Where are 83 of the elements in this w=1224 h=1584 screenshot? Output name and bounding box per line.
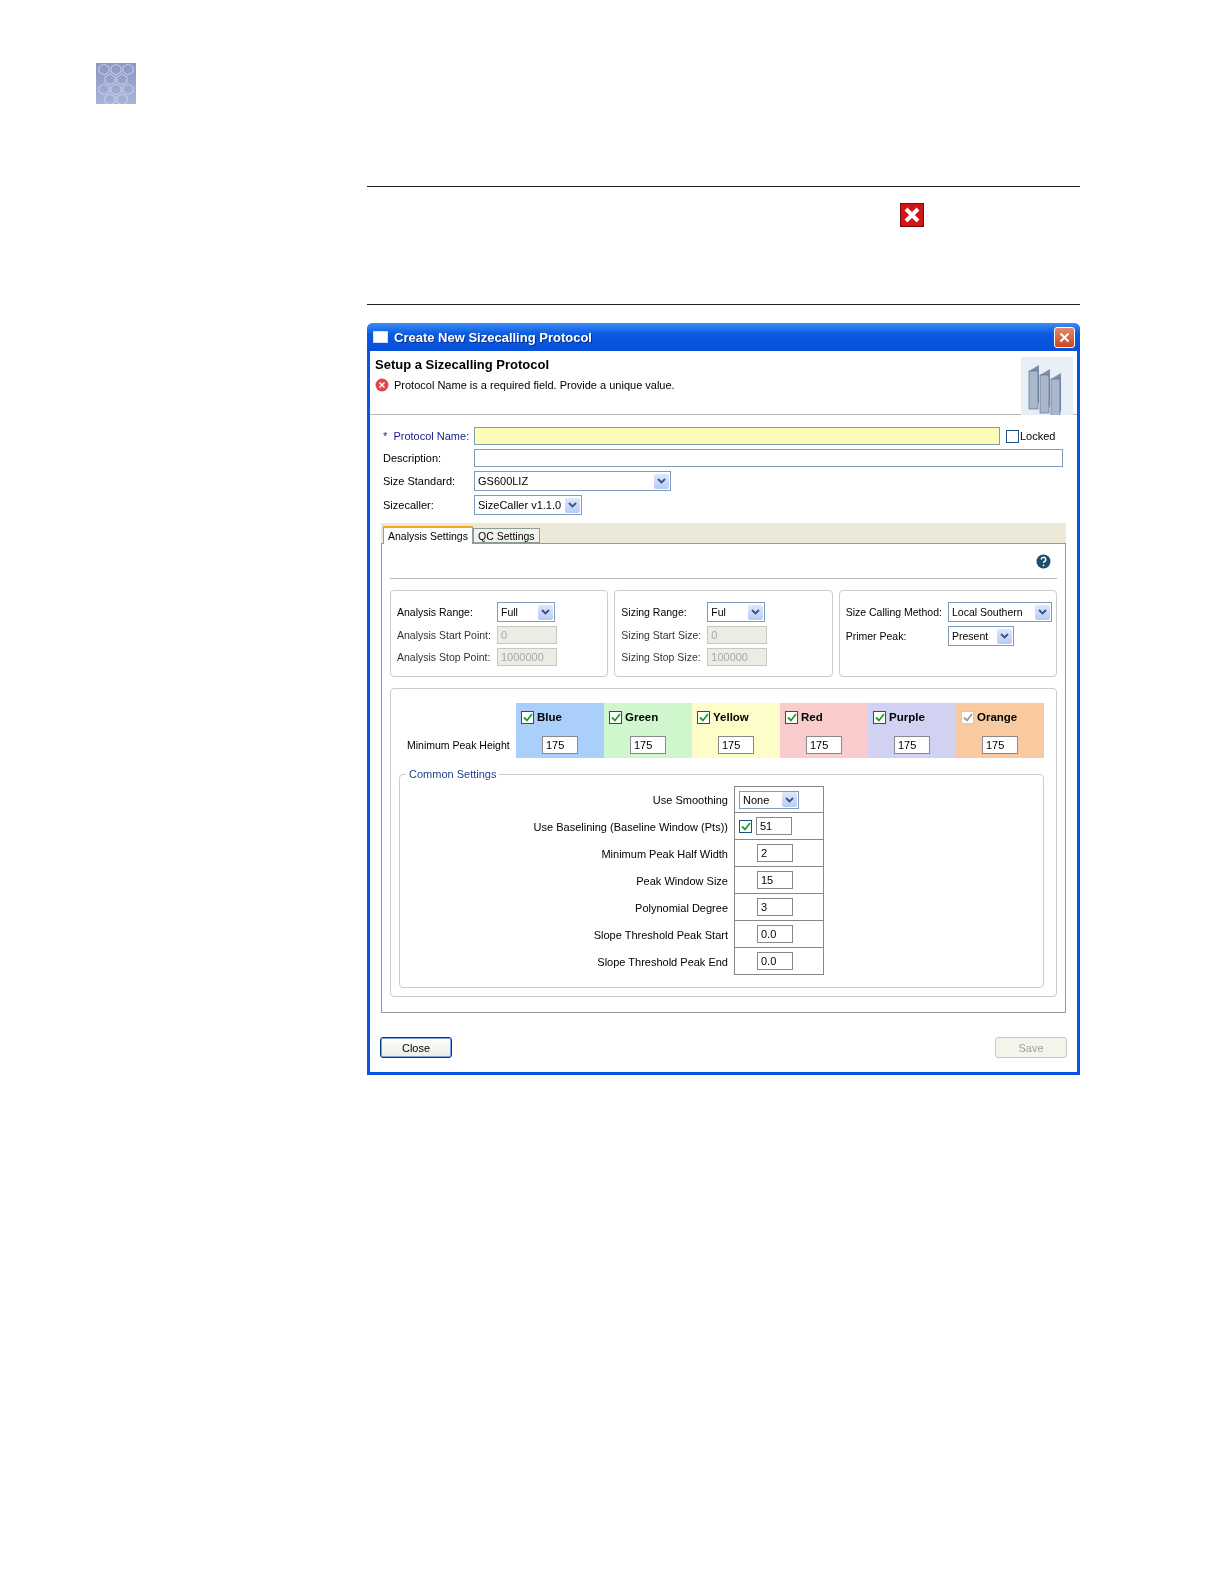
dropdown-value: Present	[951, 630, 990, 642]
checkbox[interactable]	[1006, 429, 1019, 443]
field-label: Analysis Stop Point:	[397, 651, 491, 663]
tab[interactable]: Analysis Settings	[383, 526, 473, 544]
setting-label: Use Smoothing	[652, 793, 728, 806]
dropdown-value: SizeCaller v1.1.0	[478, 499, 563, 511]
dye-name: Red	[801, 711, 823, 723]
field-label: Analysis Start Point:	[397, 629, 491, 641]
checkbox[interactable]	[873, 710, 886, 724]
input-field[interactable]: 0.0	[757, 952, 793, 970]
dropdown-value: Ful	[711, 606, 727, 618]
error-message: Protocol Name is a required field. Provide a unique value.	[394, 379, 675, 391]
checkbox[interactable]	[521, 710, 534, 724]
field-label: Sizecaller:	[383, 499, 435, 511]
setting-label: Slope Threshold Peak End	[597, 955, 728, 968]
protocol-name-field[interactable]	[474, 427, 1000, 445]
field-label: Size Standard:	[383, 475, 457, 487]
caret-icon	[1037, 609, 1047, 615]
dialog-button[interactable]: Close	[380, 1037, 452, 1058]
dye-name: Orange	[977, 711, 1018, 723]
field-label: Size Calling Method:	[845, 606, 942, 618]
caret-icon	[540, 609, 550, 615]
dropdown-value: Local Southern	[951, 606, 1024, 618]
field-label: * Protocol Name:	[383, 430, 471, 442]
caret-icon	[751, 609, 761, 615]
setting-label: Polynomial Degree	[635, 901, 728, 914]
field-label: Sizing Start Size:	[621, 629, 702, 641]
close-icon	[900, 203, 924, 227]
close-button[interactable]	[1054, 326, 1075, 348]
field-label: Sizing Range:	[621, 606, 688, 618]
group-title: Common Settings	[408, 768, 498, 780]
input-field[interactable]: 3	[757, 898, 793, 916]
caret-icon	[999, 633, 1009, 639]
field-label: Description:	[383, 452, 443, 464]
dye-name: Blue	[537, 711, 562, 723]
window-icon	[373, 331, 388, 343]
close-icon	[1059, 331, 1070, 343]
input-field[interactable]: 175	[630, 735, 666, 754]
input-field[interactable]: 175	[542, 735, 578, 754]
books-icon	[1021, 357, 1073, 415]
input-field[interactable]: 2	[757, 844, 793, 862]
checkbox[interactable]	[739, 819, 752, 833]
field-label: Analysis Range:	[397, 606, 474, 618]
dropdown[interactable]: None	[739, 790, 799, 809]
input-field[interactable]: 175	[718, 735, 754, 754]
setting-label: Peak Window Size	[636, 874, 728, 887]
checkbox[interactable]	[609, 710, 622, 724]
checkbox-label: Locked	[1020, 430, 1056, 442]
checkbox[interactable]	[697, 710, 710, 724]
input-field[interactable]: 175	[806, 735, 842, 754]
help-icon[interactable]	[1036, 554, 1051, 569]
dropdown-value: GS600LIZ	[478, 475, 530, 487]
dialog-heading: Setup a Sizecalling Protocol	[375, 357, 551, 372]
setting-label: Minimum Peak Half Width	[601, 847, 728, 860]
caret-icon	[568, 502, 577, 508]
caret-icon	[657, 478, 666, 484]
hexagon-logo-icon	[96, 63, 136, 104]
window-title: Create New Sizecalling Protocol	[394, 329, 593, 345]
dropdown[interactable]: SizeCaller v1.1.0	[474, 495, 582, 515]
input-field[interactable]: 0.0	[757, 925, 793, 943]
tab[interactable]: QC Settings	[472, 528, 540, 543]
error-icon	[375, 378, 389, 392]
input-field[interactable]: 15	[757, 871, 793, 889]
dropdown[interactable]: Local Southern	[947, 602, 1052, 622]
caret-icon	[785, 796, 794, 803]
dropdown[interactable]: Full	[496, 602, 555, 622]
dropdown-value: None	[743, 793, 771, 806]
dye-name: Purple	[889, 711, 925, 723]
checkbox[interactable]	[785, 710, 798, 724]
input-field[interactable]: 51	[756, 817, 792, 835]
dye-name: Green	[625, 711, 659, 723]
setting-label: Slope Threshold Peak Start	[593, 928, 728, 941]
row-label: Minimum Peak Height	[406, 738, 510, 751]
dropdown[interactable]: Ful	[707, 602, 766, 622]
input-field[interactable]	[474, 449, 1063, 467]
dropdown[interactable]: Present	[947, 626, 1014, 646]
field-label: Primer Peak:	[845, 630, 908, 642]
field-label: Sizing Stop Size:	[621, 651, 702, 663]
dye-name: Yellow	[713, 711, 749, 723]
dropdown[interactable]: GS600LIZ	[474, 471, 671, 491]
setting-label: Use Baselining (Baseline Window (Pts))	[533, 820, 728, 833]
dropdown-value: Full	[500, 606, 519, 618]
input-field[interactable]: 175	[894, 735, 930, 754]
